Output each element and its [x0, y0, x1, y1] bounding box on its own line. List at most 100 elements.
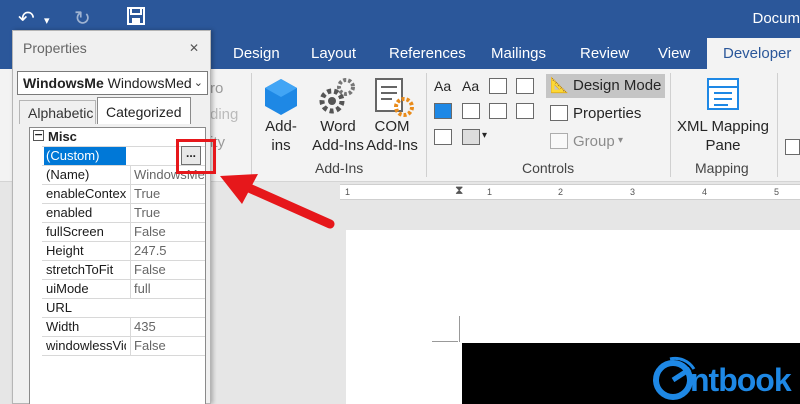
tab-review[interactable]: Review: [580, 45, 629, 62]
property-name: windowlessVid: [46, 338, 126, 353]
mapping-group-label: Mapping: [695, 160, 749, 176]
xml-mapping-label-2: Pane: [705, 137, 741, 154]
properties-button[interactable]: Properties: [546, 102, 665, 126]
group-icon: [550, 133, 568, 149]
tab-layout[interactable]: Layout: [311, 45, 356, 62]
property-name: (Custom): [44, 147, 126, 165]
xml-mapping-label-1: XML Mapping: [677, 118, 769, 135]
property-value[interactable]: 435: [130, 318, 205, 336]
property-name: Height: [46, 243, 84, 258]
property-name: enableContex: [46, 186, 126, 201]
property-row[interactable]: fullScreen False: [42, 223, 205, 242]
property-name: uiMode: [46, 281, 89, 296]
category-label: Misc: [48, 129, 77, 144]
property-row[interactable]: windowlessVid False: [42, 337, 205, 356]
window-title: Docum: [752, 10, 800, 27]
word-addins-label-2: Add-Ins: [312, 137, 364, 154]
xml-mapping-icon: [706, 77, 740, 114]
collapse-icon[interactable]: −: [33, 129, 44, 141]
word-addins-button[interactable]: Word Add-Ins: [306, 117, 370, 155]
group-dropdown-icon: ▾: [618, 135, 624, 146]
properties-pane-title: Properties: [23, 40, 87, 56]
ruler-tick: 4: [702, 187, 708, 197]
partial-label-1: ro: [210, 80, 224, 97]
undo-icon[interactable]: ↶: [18, 6, 35, 30]
ribbon-separator: [251, 73, 252, 177]
com-addins-label-1: COM: [374, 118, 410, 135]
com-addins-icon: [374, 77, 414, 120]
property-value[interactable]: False: [130, 337, 205, 355]
ribbon-separator: [777, 73, 778, 177]
ruler-tick: 5: [774, 187, 780, 197]
properties-icon: [550, 105, 568, 121]
property-row[interactable]: uiMode full: [42, 280, 205, 299]
save-icon[interactable]: [126, 6, 146, 31]
ribbon-separator: [670, 73, 671, 177]
property-value[interactable]: True: [130, 204, 205, 222]
plain-text-control-icon[interactable]: Aa: [462, 78, 479, 94]
property-row[interactable]: Height 247.5: [42, 242, 205, 261]
hexagon-icon: [262, 77, 300, 120]
addins-label-2: ins: [271, 137, 291, 154]
red-arrow-icon: [220, 174, 335, 229]
ruler-triangle-icon: 📐: [550, 77, 569, 94]
picture-control-icon[interactable]: [489, 78, 507, 94]
tab-alphabetic[interactable]: Alphabetic: [19, 100, 96, 124]
property-row[interactable]: enabled True: [42, 204, 205, 223]
controls-group-label: Controls: [522, 160, 575, 176]
com-addins-label-2: Add-Ins: [366, 137, 418, 154]
partial-label-2: ding: [210, 106, 239, 123]
property-value[interactable]: False: [130, 223, 205, 241]
property-name: enabled: [46, 205, 93, 220]
ruler-tick: 1: [345, 187, 351, 197]
checkbox-control-icon[interactable]: [434, 103, 452, 119]
tab-view[interactable]: View: [658, 45, 690, 62]
tab-mailings[interactable]: Mailings: [491, 45, 546, 62]
partial-ribbon-icon: [785, 139, 800, 155]
chevron-down-icon: ⌄: [193, 77, 203, 89]
tab-design[interactable]: Design: [233, 45, 280, 62]
addins-label-1: Add-: [265, 118, 297, 135]
close-icon[interactable]: ✕: [189, 41, 199, 55]
repeating-section-icon[interactable]: [434, 129, 452, 145]
date-picker-control-icon[interactable]: [516, 103, 534, 119]
object-name: WindowsMe: [23, 75, 104, 91]
rich-text-control-icon[interactable]: Aa: [434, 78, 451, 94]
property-value[interactable]: 247.5: [130, 242, 205, 260]
tab-categorized[interactable]: Categorized: [97, 97, 191, 124]
properties-label: Properties: [573, 105, 642, 122]
group-button[interactable]: Group ▾: [546, 130, 665, 154]
redo-icon[interactable]: ↻: [74, 6, 91, 30]
design-mode-label: Design Mode: [573, 77, 662, 94]
property-value[interactable]: True: [130, 185, 205, 203]
legacy-tools-icon[interactable]: [462, 129, 480, 145]
word-addins-label-1: Word: [320, 118, 356, 135]
combo-box-control-icon[interactable]: [462, 103, 480, 119]
indent-marker-icon[interactable]: ⧗: [455, 183, 463, 198]
group-label: Group: [573, 133, 615, 150]
property-row[interactable]: Width 435: [42, 318, 205, 337]
property-row[interactable]: URL: [42, 299, 205, 318]
tab-developer[interactable]: Developer: [707, 38, 800, 69]
property-row[interactable]: enableContex True: [42, 185, 205, 204]
property-value[interactable]: full: [130, 280, 205, 298]
ruler-tick: 1: [487, 187, 493, 197]
property-name: Width: [46, 319, 80, 334]
property-row[interactable]: stretchToFit False: [42, 261, 205, 280]
legacy-tools-dropdown-icon[interactable]: ▾: [482, 130, 487, 141]
watermark-text: ntbook: [690, 362, 792, 398]
com-addins-button[interactable]: COM Add-Ins: [364, 117, 420, 155]
object-select[interactable]: WindowsMe WindowsMed ⌄: [17, 71, 208, 95]
design-mode-button[interactable]: 📐 Design Mode: [546, 74, 665, 98]
addins-button[interactable]: Add- ins: [262, 117, 300, 155]
building-block-control-icon[interactable]: [516, 78, 534, 94]
properties-pane: Properties ✕ WindowsMe WindowsMed ⌄ Alph…: [12, 30, 211, 404]
ribbon-separator: [426, 73, 427, 177]
tab-references[interactable]: References: [389, 45, 466, 62]
horizontal-ruler: 1 1 2 3 4 5 ⧗: [340, 183, 800, 200]
crop-mark: [432, 341, 458, 342]
dropdown-list-control-icon[interactable]: [489, 103, 507, 119]
ruler-tick: 2: [558, 187, 564, 197]
xml-mapping-button[interactable]: XML Mapping Pane: [676, 117, 770, 155]
property-value[interactable]: False: [130, 261, 205, 279]
